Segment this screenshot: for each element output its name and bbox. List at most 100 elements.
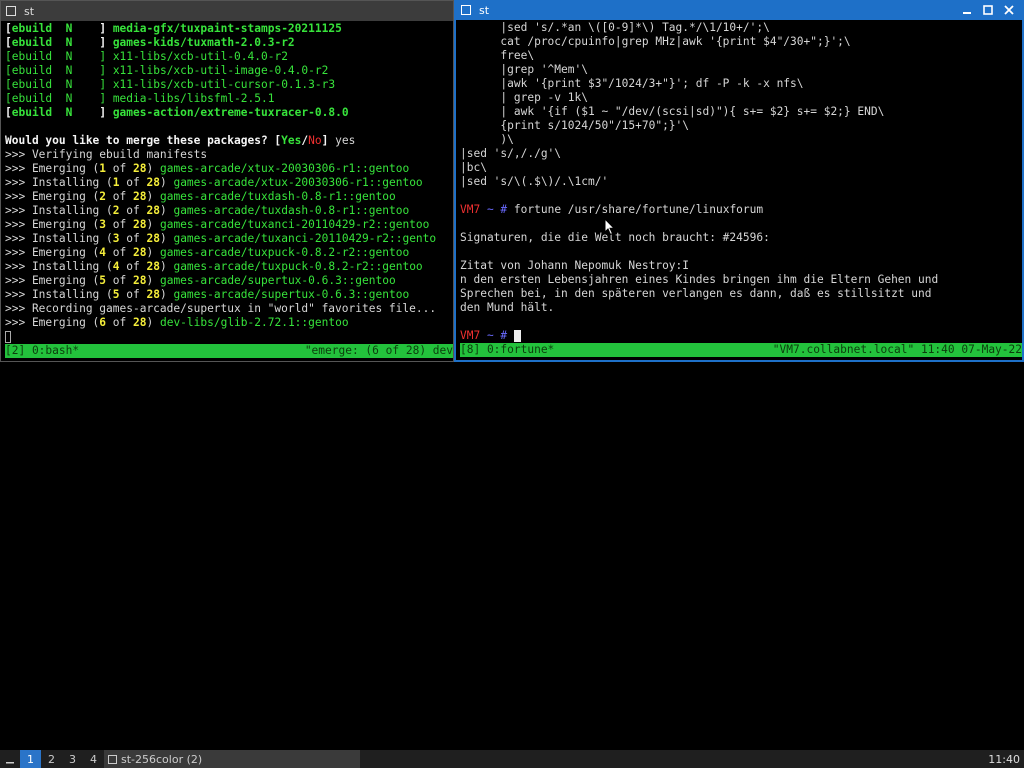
terminal-text: ) bbox=[146, 246, 160, 259]
terminal-line: >>> Installing (3 of 28) games-arcade/tu… bbox=[5, 232, 453, 246]
terminal-text: ] bbox=[99, 50, 113, 63]
terminal-text: ) bbox=[159, 260, 174, 273]
maximize-icon[interactable] bbox=[981, 3, 995, 17]
terminal-text: >>> Emerging ( bbox=[5, 274, 100, 287]
terminal-text: N bbox=[52, 36, 100, 49]
terminal-text: ebuild bbox=[11, 106, 53, 119]
terminal-text: games-arcade/xtux-20030306-r1::gentoo bbox=[159, 162, 410, 175]
terminal-text: VM7 bbox=[460, 329, 481, 342]
terminal-text: games-arcade/supertux-0.6.3::gentoo bbox=[173, 288, 410, 301]
terminal-text: 28 bbox=[133, 190, 147, 203]
terminal-line: [ebuild N ] games-action/extreme-tuxrace… bbox=[5, 106, 453, 120]
terminal-text: x11-libs/xcb-util-0.4.0-r2 bbox=[112, 50, 288, 63]
terminal-text: VM7 bbox=[460, 203, 481, 216]
terminal-line: |bc\ bbox=[460, 161, 1022, 175]
terminal-text: dev-libs/glib-2.72.1::gentoo bbox=[159, 316, 349, 329]
terminal-text: >>> Emerging ( bbox=[5, 246, 100, 259]
terminal-line: >>> Emerging (6 of 28) dev-libs/glib-2.7… bbox=[5, 316, 453, 330]
terminal-line: VM7 ~ # bbox=[460, 329, 1022, 342]
window-titlebar-active[interactable]: st bbox=[456, 0, 1022, 20]
terminal-text: free\ bbox=[460, 49, 535, 62]
terminal-text: >>> Emerging ( bbox=[5, 162, 100, 175]
terminal-text: N bbox=[52, 92, 100, 105]
terminal-line: [ebuild N ] media-gfx/tuxpaint-stamps-20… bbox=[5, 22, 453, 36]
terminal-text: games-kids/tuxmath-2.0.3-r2 bbox=[112, 36, 295, 49]
terminal-text: games-action/extreme-tuxracer-0.8.0 bbox=[112, 106, 349, 119]
terminal-text: >>> Emerging ( bbox=[5, 190, 100, 203]
workspace-2-button[interactable]: 2 bbox=[41, 750, 62, 768]
terminal-text: >>> Installing ( bbox=[5, 232, 113, 245]
terminal-line: Zitat von Johann Nepomuk Nestroy:I bbox=[460, 259, 1022, 273]
terminal-line: >>> Verifying ebuild manifests bbox=[5, 148, 453, 162]
terminal-text: ebuild bbox=[11, 36, 53, 49]
window-titlebar[interactable]: st bbox=[1, 1, 453, 21]
terminal-text: 28 bbox=[133, 162, 147, 175]
terminal-text: media-gfx/tuxpaint-stamps-20211125 bbox=[112, 22, 342, 35]
terminal-window-left[interactable]: st [ebuild N ] media-gfx/tuxpaint-stamps… bbox=[0, 0, 454, 362]
terminal-text: ] bbox=[99, 64, 113, 77]
workspace-3-button[interactable]: 3 bbox=[62, 750, 83, 768]
terminal-line: |grep '^Mem'\ bbox=[460, 63, 1022, 77]
terminal-text: 28 bbox=[146, 288, 160, 301]
terminal-text: ) bbox=[146, 218, 160, 231]
terminal-line: n den ersten Lebensjahren eines Kindes b… bbox=[460, 273, 1022, 287]
terminal-text: 5 bbox=[112, 288, 120, 301]
terminal-text: games-arcade/tuxpuck-0.8.2-r2::gentoo bbox=[159, 246, 410, 259]
terminal-output[interactable]: |sed 's/.*an \([0-9]*\) Tag.*/\1/10+/';\… bbox=[460, 21, 1022, 342]
minimize-icon[interactable] bbox=[960, 3, 974, 17]
terminal-text: Yes bbox=[281, 134, 302, 147]
terminal-text: |grep '^Mem'\ bbox=[460, 63, 588, 76]
workspace-4-button[interactable]: 4 bbox=[83, 750, 104, 768]
terminal-line: Signaturen, die die Welt noch braucht: #… bbox=[460, 231, 1022, 245]
terminal-text: 28 bbox=[146, 176, 160, 189]
workspace-switcher: 1234 bbox=[20, 750, 104, 768]
terminal-output[interactable]: [ebuild N ] media-gfx/tuxpaint-stamps-20… bbox=[5, 22, 453, 343]
terminal-text: |sed 's/.*an \([0-9]*\) Tag.*/\1/10+/';\ bbox=[460, 21, 770, 34]
terminal-line: | awk '{if ($1 ~ "/dev/(scsi|sd)"){ s+= … bbox=[460, 105, 1022, 119]
close-icon[interactable] bbox=[1002, 3, 1016, 17]
status-left: [8] 0:fortune* bbox=[460, 343, 555, 356]
terminal-text: x11-libs/xcb-util-cursor-0.1.3-r3 bbox=[112, 78, 336, 91]
terminal-line: >>> Recording games-arcade/supertux in "… bbox=[5, 302, 453, 316]
terminal-text: N bbox=[52, 64, 100, 77]
terminal-text: of bbox=[119, 176, 147, 189]
terminal-text: ) bbox=[159, 176, 174, 189]
terminal-text: Sprechen bei, in den späteren verlangen … bbox=[460, 287, 932, 300]
terminal-text: of bbox=[119, 288, 147, 301]
terminal-text: 28 bbox=[146, 260, 160, 273]
workspace-1-button[interactable]: 1 bbox=[20, 750, 41, 768]
terminal-text: games-arcade/supertux-0.6.3::gentoo bbox=[159, 274, 396, 287]
terminal-text: of bbox=[119, 232, 147, 245]
terminal-text: ) bbox=[146, 162, 160, 175]
terminal-text: fortune /usr/share/fortune/linuxforum bbox=[513, 203, 764, 216]
terminal-text: games-arcade/tuxdash-0.8-r1::gentoo bbox=[159, 190, 396, 203]
terminal-text: ) bbox=[159, 204, 174, 217]
terminal-line: |awk '{print $3"/1024/3+"}'; df -P -k -x… bbox=[460, 77, 1022, 91]
terminal-line: Would you like to merge these packages? … bbox=[5, 134, 453, 148]
terminal-text: >>> Emerging ( bbox=[5, 316, 100, 329]
taskbar-task-st[interactable]: st-256color (2) bbox=[104, 750, 360, 768]
terminal-window-right[interactable]: st |sed 's/.*an \([0-9]*\) Tag.*/\1/10+/… bbox=[454, 0, 1024, 362]
terminal-line: |sed 's/\(.$\)/.\1cm/' bbox=[460, 175, 1022, 189]
terminal-text: ebuild bbox=[11, 22, 53, 35]
terminal-text: {print s/1024/50"/15+70";}'\ bbox=[460, 119, 690, 132]
terminal-text: yes bbox=[328, 134, 356, 147]
terminal-line: >>> Emerging (3 of 28) games-arcade/tuxa… bbox=[5, 218, 453, 232]
terminal-line: >>> Emerging (1 of 28) games-arcade/xtux… bbox=[5, 162, 453, 176]
terminal-text: ebuild bbox=[11, 92, 53, 105]
terminal-text: of bbox=[106, 246, 133, 259]
terminal-text: of bbox=[106, 162, 133, 175]
tmux-status-bar: [8] 0:fortune* "VM7.collabnet.local" 11:… bbox=[460, 343, 1022, 357]
terminal-line: | grep -v 1k\ bbox=[460, 91, 1022, 105]
terminal-text: )\ bbox=[460, 133, 514, 146]
terminal-line: [ebuild N ] x11-libs/xcb-util-cursor-0.1… bbox=[5, 78, 453, 92]
terminal-text: of bbox=[106, 274, 133, 287]
taskbar-menu-icon[interactable] bbox=[0, 750, 20, 768]
terminal-line: cat /proc/cpuinfo|grep MHz|awk '{print $… bbox=[460, 35, 1022, 49]
terminal-text: |awk '{print $3"/1024/3+"}'; df -P -k -x… bbox=[460, 77, 804, 90]
terminal-line: >>> Installing (4 of 28) games-arcade/tu… bbox=[5, 260, 453, 274]
terminal-line: {print s/1024/50"/15+70";}'\ bbox=[460, 119, 1022, 133]
text-cursor bbox=[513, 330, 521, 342]
window-icon bbox=[6, 6, 16, 16]
